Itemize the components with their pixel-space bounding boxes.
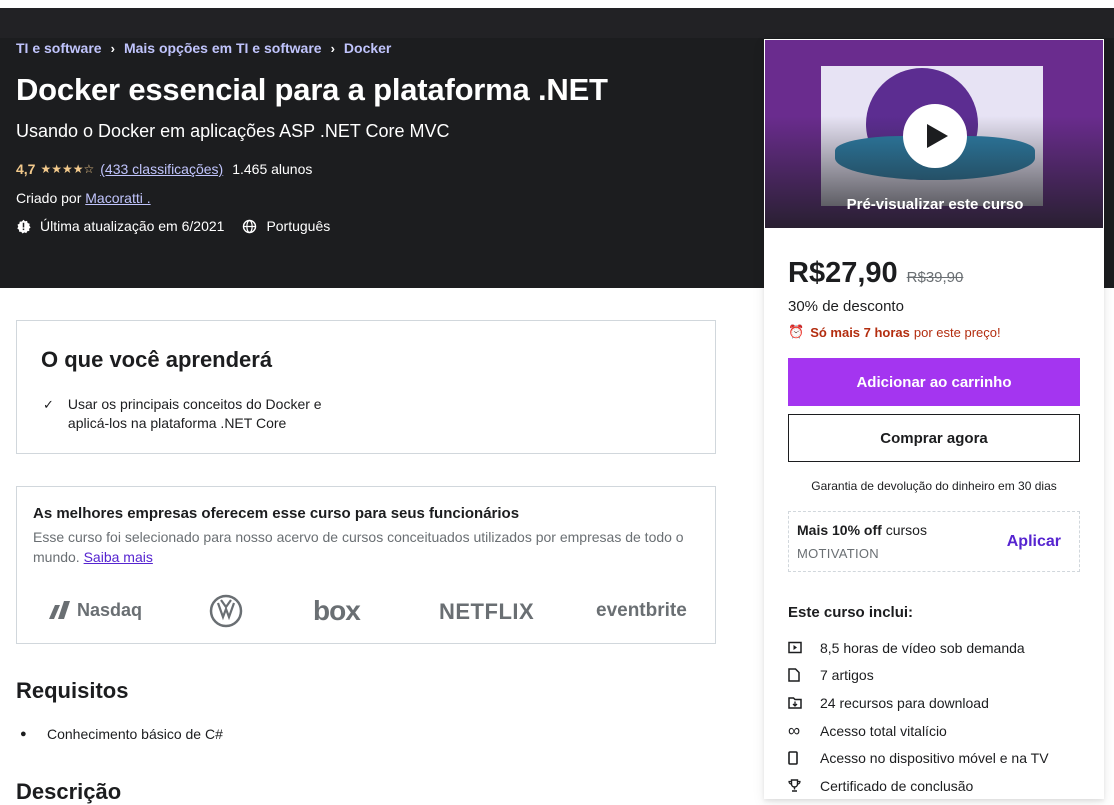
- learn-title: O que você aprenderá: [41, 347, 273, 372]
- business-title: As melhores empresas oferecem esse curso…: [33, 505, 520, 522]
- course-title: Docker essencial para a plataforma .NET: [16, 72, 608, 107]
- purchase-sidebar: Pré-visualizar este curso R$27,90 R$39,9…: [764, 39, 1104, 799]
- top-strip: [0, 0, 1114, 8]
- bullet-icon: ●: [20, 728, 27, 740]
- download-folder-icon: [788, 696, 820, 710]
- star-rating-icon: ★★★★☆: [40, 162, 95, 176]
- include-text: 8,5 horas de vídeo sob demanda: [820, 639, 1025, 656]
- students-count: 1.465 alunos: [232, 161, 313, 177]
- breadcrumb-item-ti[interactable]: TI e software: [16, 40, 102, 56]
- include-text: Acesso no dispositivo móvel e na TV: [820, 750, 1049, 767]
- coupon-box: Mais 10% off cursos MOTIVATION Aplicar: [788, 511, 1080, 572]
- mobile-icon: [788, 751, 820, 765]
- check-icon: ✓: [43, 397, 54, 412]
- coupon-offer: Mais 10% off cursos: [797, 522, 927, 538]
- netflix-logo: NETFLIX: [439, 599, 535, 624]
- course-preview[interactable]: Pré-visualizar este curso: [764, 39, 1104, 229]
- what-you-will-learn: O que você aprenderá ✓ Usar os principai…: [16, 320, 716, 454]
- urgency-message: ⏰ Só mais 7 horas por este preço!: [788, 324, 1001, 340]
- breadcrumb: TI e software › Mais opções em TI e soft…: [16, 40, 391, 56]
- learn-item-text: Usar os principais conceitos do Docker e…: [67, 396, 322, 431]
- preview-label: Pré-visualizar este curso: [846, 196, 1024, 213]
- learn-more-link[interactable]: Saiba mais: [84, 549, 153, 565]
- ratings-count-link[interactable]: (433 classificações): [100, 161, 223, 177]
- include-text: 24 recursos para download: [820, 694, 989, 711]
- author-link[interactable]: Macoratti .: [85, 190, 150, 206]
- business-text: Esse curso foi selecionado para nosso ac…: [33, 527, 703, 567]
- eventbrite-logo: eventbrite: [596, 600, 687, 621]
- file-icon: [788, 668, 820, 683]
- breadcrumb-item-docker[interactable]: Docker: [344, 40, 391, 56]
- nasdaq-mark-icon: [49, 601, 70, 619]
- current-price: R$27,90: [788, 257, 898, 289]
- created-by: Criado por Macoratti .: [16, 190, 151, 206]
- box-logo: box: [313, 595, 361, 626]
- include-text: 7 artigos: [820, 667, 874, 684]
- includes-list: 8,5 horas de vídeo sob demanda 7 artigos…: [788, 634, 1049, 800]
- header-shadow: [0, 8, 1114, 38]
- include-item-lifetime: ∞ Acesso total vitalício: [788, 717, 1049, 745]
- vw-logo: [209, 594, 243, 633]
- alert-badge-icon: [17, 219, 31, 233]
- nasdaq-logo-text: Nasdaq: [77, 599, 143, 620]
- rating-score: 4,7: [16, 161, 36, 177]
- apply-coupon-button[interactable]: Aplicar: [1007, 533, 1061, 551]
- urgency-rest: por este preço!: [913, 324, 1001, 340]
- nasdaq-logo: Nasdaq: [47, 599, 142, 621]
- learn-item: ✓ Usar os principais conceitos do Docker…: [43, 395, 343, 433]
- chevron-right-icon: ›: [110, 40, 115, 56]
- add-to-cart-button[interactable]: Adicionar ao carrinho: [788, 358, 1080, 406]
- chevron-right-icon: ›: [330, 40, 335, 56]
- play-button[interactable]: [903, 104, 967, 168]
- language: Português: [242, 218, 330, 234]
- play-icon: [927, 124, 948, 148]
- last-update-text: Última atualização em 6/2021: [40, 218, 225, 234]
- rating-row: 4,7 ★★★★☆ (433 classificações) 1.465 alu…: [16, 161, 312, 177]
- alarm-clock-icon: ⏰: [788, 324, 805, 339]
- include-item-certificate: Certificado de conclusão: [788, 772, 1049, 800]
- created-by-label: Criado por: [16, 190, 82, 206]
- include-item-articles: 7 artigos: [788, 662, 1049, 690]
- include-text: Certificado de conclusão: [820, 777, 974, 794]
- breadcrumb-item-mais-opcoes[interactable]: Mais opções em TI e software: [124, 40, 322, 56]
- trophy-icon: [788, 779, 820, 792]
- urgency-bold: Só mais 7 horas: [810, 324, 910, 340]
- vw-mark-icon: [209, 594, 243, 628]
- business-box: As melhores empresas oferecem esse curso…: [16, 486, 716, 644]
- include-item-mobile: Acesso no dispositivo móvel e na TV: [788, 744, 1049, 772]
- includes-title: Este curso inclui:: [788, 604, 914, 621]
- include-text: Acesso total vitalício: [820, 722, 947, 739]
- last-update: Última atualização em 6/2021: [16, 218, 224, 234]
- video-icon: [788, 641, 820, 654]
- include-item-downloads: 24 recursos para download: [788, 689, 1049, 717]
- course-meta: Última atualização em 6/2021 Português: [16, 218, 348, 234]
- coupon-offer-rest: cursos: [885, 522, 927, 538]
- requirement-item: ● Conhecimento básico de C#: [20, 726, 223, 742]
- language-text: Português: [266, 218, 331, 234]
- discount-text: 30% de desconto: [788, 298, 904, 315]
- money-back-guarantee: Garantia de devolução do dinheiro em 30 …: [811, 479, 1057, 493]
- company-logos: Nasdaq box NETFLIX eventbrite: [17, 591, 717, 628]
- requirement-text: Conhecimento básico de C#: [47, 726, 223, 742]
- original-price: R$39,90: [906, 269, 964, 286]
- coupon-code: MOTIVATION: [797, 546, 879, 561]
- include-item-video: 8,5 horas de vídeo sob demanda: [788, 634, 1049, 662]
- buy-now-button[interactable]: Comprar agora: [788, 414, 1080, 462]
- globe-icon: [243, 219, 257, 233]
- coupon-offer-bold: Mais 10% off: [797, 522, 882, 538]
- infinity-icon: ∞: [788, 720, 801, 740]
- description-title: Descrição: [16, 779, 122, 804]
- price-row: R$27,90 R$39,90: [788, 257, 963, 290]
- course-subtitle: Usando o Docker em aplicações ASP .NET C…: [16, 121, 450, 141]
- requirements-title: Requisitos: [16, 678, 129, 703]
